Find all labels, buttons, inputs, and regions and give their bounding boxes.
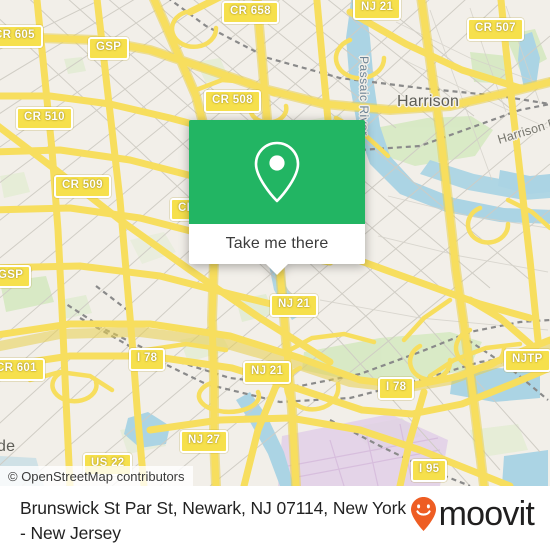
take-me-there-label: Take me there (225, 235, 329, 252)
shield-label: NJTP (512, 353, 543, 365)
shield-nj-21-mid[interactable]: NJ 21 (270, 294, 319, 317)
footer-bar: Brunswick St Par St, Newark, NJ 07114, N… (0, 486, 550, 550)
attribution-text: © OpenStreetMap contributors (8, 469, 185, 484)
shield-label: CR 509 (62, 179, 103, 191)
shield-nj-27[interactable]: NJ 27 (180, 430, 229, 453)
shield-cr-510[interactable]: CR 510 (16, 107, 73, 130)
shield-label: GSP (96, 41, 122, 53)
moovit-wordmark: moovit (438, 495, 535, 533)
shield-label: CR 507 (475, 22, 516, 34)
shield-i-95[interactable]: I 95 (411, 459, 448, 482)
shield-label: NJ 27 (188, 434, 221, 446)
popup-tail (266, 264, 288, 275)
shield-label: GSP (0, 269, 24, 281)
location-pin-icon (249, 139, 305, 205)
shield-label: CR 510 (24, 111, 65, 123)
shield-njtp[interactable]: NJTP (504, 349, 550, 372)
shield-cr-605[interactable]: CR 605 (0, 25, 43, 48)
map-canvas[interactable]: CR 605 GSP CR 658 NJ 21 CR 507 CR 510 CR… (0, 0, 550, 486)
shield-i-78-east[interactable]: I 78 (378, 377, 415, 400)
shield-i-78-west[interactable]: I 78 (129, 348, 166, 371)
shield-label: I 78 (137, 352, 158, 364)
shield-gsp-north[interactable]: GSP (88, 37, 130, 60)
shield-label: I 78 (386, 381, 407, 393)
shield-nj-21-south[interactable]: NJ 21 (243, 361, 292, 384)
shield-cr-601[interactable]: CR 601 (0, 358, 45, 381)
shield-nj-21-north[interactable]: NJ 21 (353, 0, 402, 20)
map-screenshot: CR 605 GSP CR 658 NJ 21 CR 507 CR 510 CR… (0, 0, 550, 550)
shield-cr-658[interactable]: CR 658 (222, 1, 279, 24)
osm-attribution[interactable]: © OpenStreetMap contributors (0, 466, 193, 486)
shield-cr-509[interactable]: CR 509 (54, 175, 111, 198)
shield-label: NJ 21 (251, 365, 284, 377)
shield-label: NJ 21 (361, 1, 394, 13)
shield-label: NJ 21 (278, 298, 311, 310)
shield-cr-508[interactable]: CR 508 (204, 90, 261, 113)
location-popup[interactable]: Take me there (189, 120, 365, 275)
shield-cr-507[interactable]: CR 507 (467, 18, 524, 41)
shield-label: CR 508 (212, 94, 253, 106)
shield-label: CR 605 (0, 29, 35, 41)
address-title: Brunswick St Par St, Newark, NJ 07114, N… (20, 498, 406, 543)
shield-label: CR 658 (230, 5, 271, 17)
popup-action-bar[interactable]: Take me there (189, 224, 365, 275)
shield-label: I 95 (419, 463, 440, 475)
moovit-logo[interactable]: moovit (410, 486, 550, 532)
shield-label: CR 601 (0, 362, 37, 374)
popup-image-panel (189, 120, 365, 224)
moovit-smiley-pin-icon (410, 496, 437, 532)
shield-gsp-south[interactable]: GSP (0, 265, 32, 288)
